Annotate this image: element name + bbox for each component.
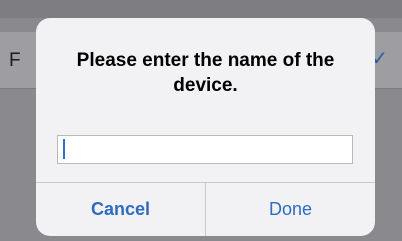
done-button[interactable]: Done bbox=[206, 183, 375, 236]
background-row-label: F bbox=[9, 50, 21, 71]
text-cursor bbox=[63, 139, 65, 159]
device-name-input[interactable] bbox=[57, 135, 353, 164]
alert-dialog: Please enter the name of the device. Can… bbox=[36, 18, 375, 236]
background-header-band bbox=[0, 0, 402, 18]
alert-title: Please enter the name of the device. bbox=[76, 50, 335, 96]
cancel-button[interactable]: Cancel bbox=[36, 183, 205, 236]
